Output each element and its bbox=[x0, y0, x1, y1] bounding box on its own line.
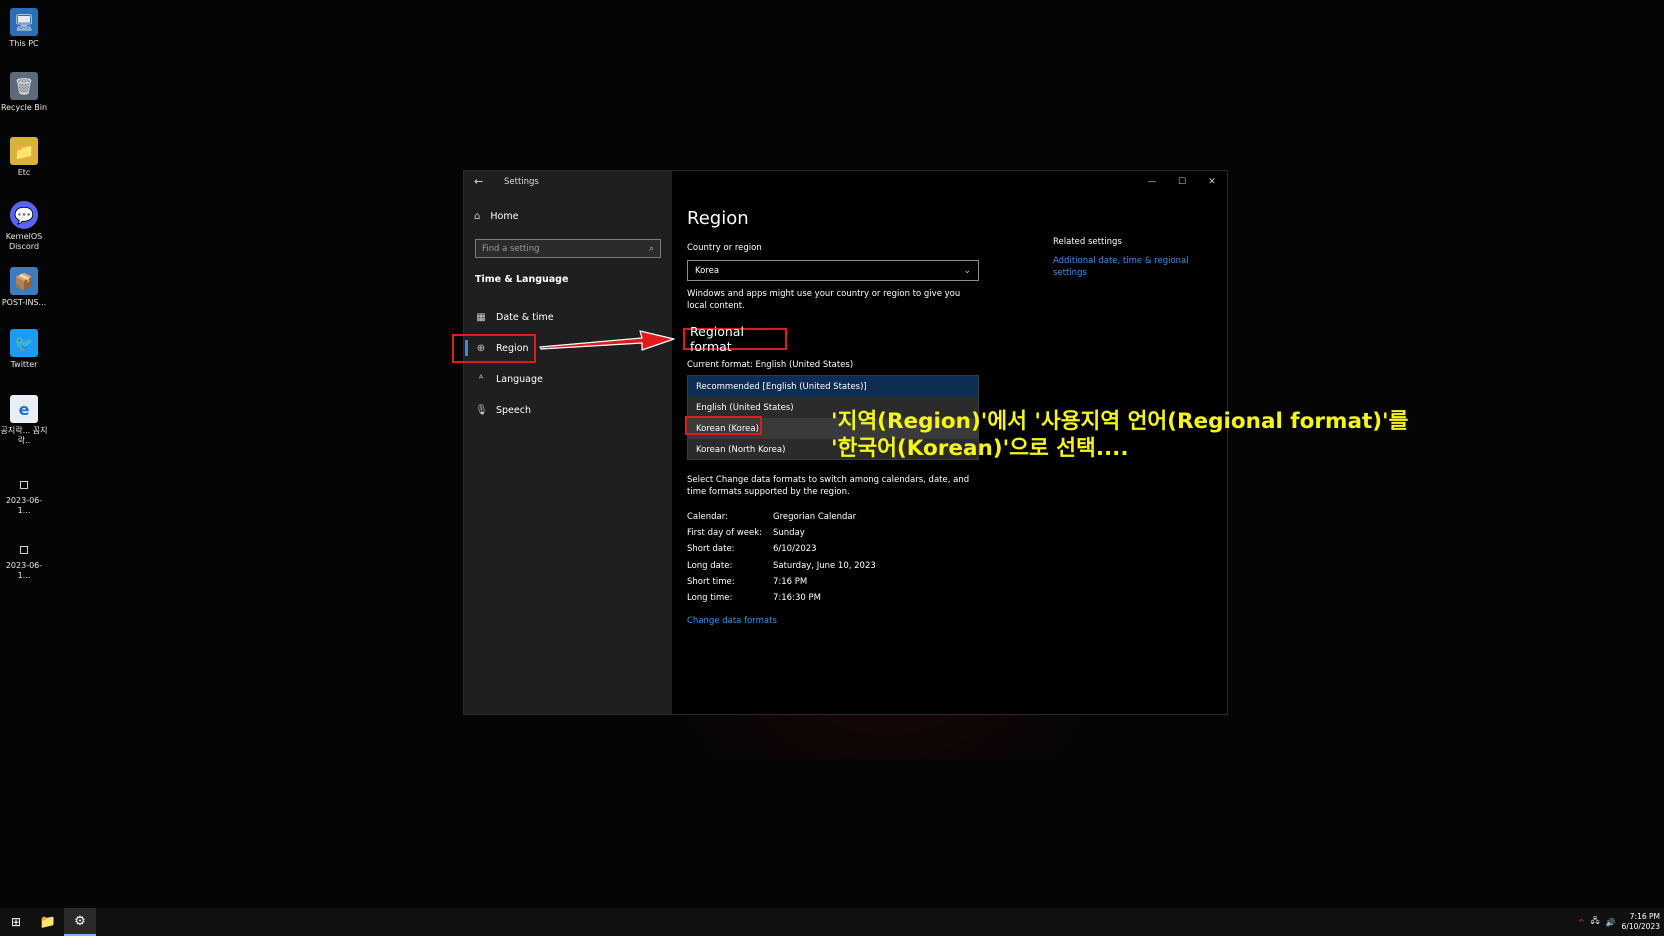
taskbar: ⊞ 📁 ⚙ ^ 🖧 🔊 7:16 PM 6/10/2023 bbox=[0, 908, 1664, 936]
file-icon: ▫ bbox=[18, 473, 30, 493]
format-key: Calendar: bbox=[687, 512, 728, 522]
script-icon: 📦 bbox=[10, 267, 38, 295]
internet-explorer-icon: e bbox=[10, 395, 38, 423]
desktop-icon-recycle-bin[interactable]: 🗑 Recycle Bin bbox=[0, 72, 48, 113]
format-value: Gregorian Calendar bbox=[773, 512, 857, 522]
desktop-icon-twitter[interactable]: 🐦 Twitter bbox=[0, 329, 48, 370]
taskbar-settings[interactable]: ⚙ bbox=[64, 908, 96, 936]
gear-icon: ⚙ bbox=[74, 913, 86, 929]
format-key: Short time: bbox=[687, 576, 735, 587]
desktop-icon-file-1[interactable]: ▫ 2023-06-1... bbox=[0, 473, 48, 516]
search-input[interactable] bbox=[482, 243, 632, 254]
chevron-up-icon[interactable]: ^ bbox=[1578, 918, 1585, 927]
folder-icon: 📁 bbox=[10, 137, 38, 165]
annotation-arrow bbox=[539, 330, 675, 351]
caption-buttons: — ☐ ✕ bbox=[1137, 171, 1227, 193]
format-row: First day of week: Sunday bbox=[687, 528, 876, 544]
section-title: Time & Language bbox=[475, 274, 569, 285]
format-value: 7:16:30 PM bbox=[773, 592, 821, 603]
desktop-icon-etc[interactable]: 📁 Etc bbox=[0, 137, 48, 178]
discord-icon: 💬 bbox=[10, 201, 38, 229]
desktop-icon-file-2[interactable]: ▫ 2023-06-1... bbox=[0, 538, 48, 581]
related-settings-heading: Related settings bbox=[1053, 237, 1122, 247]
system-tray: ^ 🖧 🔊 7:16 PM 6/10/2023 bbox=[1578, 908, 1660, 936]
desktop-icon-kernelos-discord[interactable]: 💬 KernelOS Discord bbox=[0, 201, 48, 252]
clock-time: 7:16 PM bbox=[1629, 912, 1660, 921]
window-title: Settings bbox=[504, 177, 539, 187]
language-icon: ᴬ bbox=[478, 373, 484, 385]
twitter-icon: 🐦 bbox=[10, 329, 38, 357]
chevron-down-icon: ⌄ bbox=[963, 265, 971, 276]
page-title: Region bbox=[687, 208, 749, 229]
nav-home-label: Home bbox=[490, 211, 519, 222]
desktop-icon-this-pc[interactable]: 🖥 This PC bbox=[0, 8, 48, 49]
regional-format-heading-text: Regional format bbox=[690, 324, 744, 354]
annotation-text: '지역(Region)'에서 '사용지역 언어(Regional format)… bbox=[831, 408, 1408, 462]
sidebar-item-label: Speech bbox=[496, 404, 531, 416]
folder-icon: 📁 bbox=[39, 914, 57, 930]
format-details: Calendar: Gregorian Calendar First day of… bbox=[687, 512, 876, 609]
taskbar-file-explorer[interactable]: 📁 bbox=[32, 908, 64, 936]
search-icon[interactable]: ⌕ bbox=[649, 244, 654, 254]
nav-home[interactable]: ⌂ Home bbox=[474, 211, 518, 222]
format-key: First day of week: bbox=[687, 528, 763, 539]
minimize-icon[interactable]: — bbox=[1137, 171, 1167, 193]
additional-settings-link[interactable]: Additional date, time & regional setting… bbox=[1053, 256, 1193, 279]
country-label: Country or region bbox=[687, 243, 762, 253]
format-row: Long date: Saturday, June 10, 2023 bbox=[687, 561, 876, 577]
file-icon: ▫ bbox=[18, 538, 30, 558]
desktop-icon-post-install[interactable]: 📦 POST-INS... bbox=[0, 267, 48, 308]
format-row: Long time: 7:16:30 PM bbox=[687, 593, 876, 609]
recycle-bin-icon: 🗑 bbox=[10, 72, 38, 100]
format-key: Long time: bbox=[687, 592, 733, 603]
format-key: Long date: bbox=[687, 560, 733, 571]
settings-sidebar: ← Settings ⌂ Home ⌕ Time & Language bbox=[464, 171, 672, 714]
network-icon[interactable]: 🖧 bbox=[1591, 915, 1600, 929]
this-pc-icon: 🖥 bbox=[10, 8, 38, 36]
home-icon: ⌂ bbox=[474, 211, 481, 222]
calendar-clock-icon: ▦ bbox=[476, 311, 486, 323]
start-button[interactable]: ⊞ bbox=[0, 908, 32, 936]
sidebar-item-label: Language bbox=[496, 373, 543, 385]
back-arrow-icon[interactable]: ← bbox=[474, 176, 488, 188]
close-icon[interactable]: ✕ bbox=[1197, 171, 1227, 193]
sidebar-item-speech[interactable]: 🎙 Speech bbox=[464, 396, 672, 424]
annotation-line-2: '한국어(Korean)'으로 선택.... bbox=[831, 436, 1129, 461]
related-settings: Related settings Additional date, time &… bbox=[1053, 237, 1193, 279]
change-formats-description: Select Change data formats to switch amo… bbox=[687, 475, 970, 497]
annotation-line-1: '지역(Region)'에서 '사용지역 언어(Regional format)… bbox=[831, 409, 1409, 434]
maximize-icon[interactable]: ☐ bbox=[1167, 171, 1197, 193]
format-value: Sunday bbox=[773, 528, 805, 539]
change-data-formats-link[interactable]: Change data formats bbox=[687, 616, 777, 626]
region-highlight-box bbox=[452, 334, 536, 363]
korean-option-highlight-box bbox=[685, 416, 762, 435]
country-description: Windows and apps might use your country … bbox=[687, 289, 961, 311]
desktop-icon-ie-shortcut[interactable]: e 공지락... 꼼지락.. bbox=[0, 395, 48, 446]
volume-icon[interactable]: 🔊 bbox=[1606, 918, 1616, 927]
format-row: Short date: 6/10/2023 bbox=[687, 544, 876, 560]
regional-format-heading: Regional format bbox=[683, 324, 787, 354]
search-box[interactable]: ⌕ bbox=[475, 239, 661, 258]
country-value: Korea bbox=[695, 265, 720, 276]
microphone-icon: 🎙 bbox=[475, 404, 488, 416]
clock[interactable]: 7:16 PM 6/10/2023 bbox=[1622, 912, 1660, 932]
format-row: Calendar: Gregorian Calendar bbox=[687, 512, 876, 528]
format-value: Saturday, June 10, 2023 bbox=[773, 560, 876, 571]
format-value: 6/10/2023 bbox=[773, 544, 817, 555]
sidebar-item-label: Date & time bbox=[496, 311, 554, 323]
windows-logo-icon: ⊞ bbox=[10, 915, 22, 929]
format-key: Short date: bbox=[687, 544, 735, 555]
current-format: Current format: English (United States) bbox=[687, 360, 854, 370]
format-option-recommended[interactable]: Recommended [English (United States)] bbox=[688, 376, 978, 397]
sidebar-item-language[interactable]: ᴬ Language bbox=[464, 365, 672, 393]
country-select[interactable]: Korea ⌄ bbox=[687, 260, 979, 281]
format-row: Short time: 7:16 PM bbox=[687, 577, 876, 593]
title-bar: ← Settings bbox=[464, 171, 672, 193]
format-value: 7:16 PM bbox=[773, 576, 808, 587]
clock-date: 6/10/2023 bbox=[1621, 922, 1660, 931]
